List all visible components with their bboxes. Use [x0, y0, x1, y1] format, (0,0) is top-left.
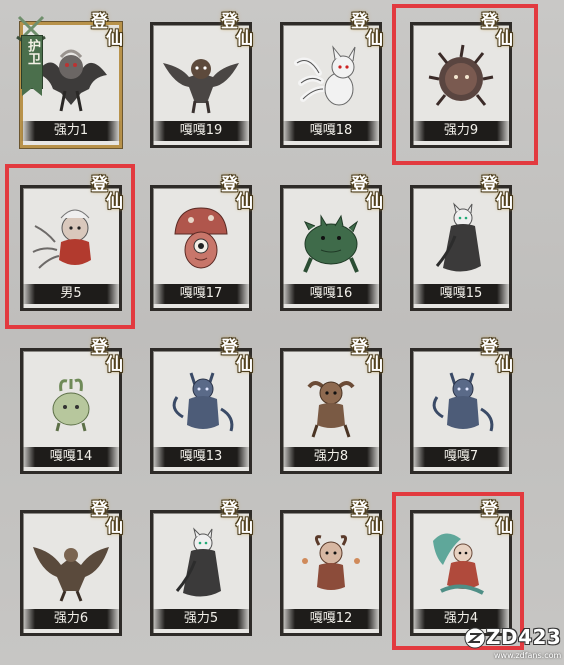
ascend-badge: 登仙 — [351, 500, 383, 537]
ascend-badge: 登仙 — [221, 500, 253, 537]
zd-logo-icon — [464, 627, 486, 649]
card-name: 强力6 — [53, 611, 89, 626]
watermark-text: ZD423 — [486, 625, 562, 649]
card-name: 嘎嘎13 — [179, 449, 223, 464]
creature-card-11[interactable]: 强力8 登仙 — [280, 338, 383, 474]
watermark: ZD423 www.zdfans.com — [464, 623, 564, 665]
creature-card-12[interactable]: 嘎嘎7 登仙 — [410, 338, 513, 474]
creature-card-15[interactable]: 嘎嘎12 登仙 — [280, 500, 383, 636]
card-name: 嘎嘎12 — [309, 611, 353, 626]
ascend-badge: 登仙 — [221, 338, 253, 375]
ascend-badge: 登仙 — [221, 12, 253, 49]
highlight-frame — [392, 4, 538, 165]
card-name: 嘎嘎7 — [443, 449, 479, 464]
card-name: 强力1 — [53, 123, 89, 138]
card-name: 嘎嘎19 — [179, 123, 223, 138]
creature-card-13[interactable]: 强力6 登仙 — [20, 500, 123, 636]
creature-card-9[interactable]: 嘎嘎14 登仙 — [20, 338, 123, 474]
card-name: 强力5 — [183, 611, 219, 626]
creature-card-1[interactable]: 强力1 登仙 护卫 — [16, 12, 123, 148]
creature-card-10[interactable]: 嘎嘎13 登仙 — [150, 338, 253, 474]
ascend-badge: 登仙 — [481, 338, 513, 375]
creature-card-8[interactable]: 嘎嘎15 登仙 — [410, 175, 513, 311]
highlight-frame — [5, 164, 135, 329]
ascend-badge: 登仙 — [481, 175, 513, 212]
card-name: 嘎嘎14 — [49, 449, 93, 464]
creature-card-7[interactable]: 嘎嘎16 登仙 — [280, 175, 383, 311]
card-name: 嘎嘎17 — [179, 286, 223, 301]
card-name: 强力8 — [313, 449, 349, 464]
card-name: 嘎嘎16 — [309, 286, 353, 301]
ascend-badge: 登仙 — [91, 500, 123, 537]
guard-badge: 护卫 — [15, 15, 47, 96]
creature-card-14[interactable]: 强力5 登仙 — [150, 500, 253, 636]
creature-card-2[interactable]: 嘎嘎19 登仙 — [150, 12, 253, 148]
ascend-badge: 登仙 — [351, 175, 383, 212]
ascend-badge: 登仙 — [351, 338, 383, 375]
card-name: 嘎嘎15 — [439, 286, 483, 301]
creature-card-6[interactable]: 嘎嘎17 登仙 — [150, 175, 253, 311]
ascend-badge: 登仙 — [91, 12, 123, 49]
watermark-url: www.zdfans.com — [494, 651, 562, 660]
creature-card-3[interactable]: 嘎嘎18 登仙 — [280, 12, 383, 148]
ascend-badge: 登仙 — [221, 175, 253, 212]
ascend-badge: 登仙 — [351, 12, 383, 49]
ascend-badge: 登仙 — [91, 338, 123, 375]
card-name: 嘎嘎18 — [309, 123, 353, 138]
